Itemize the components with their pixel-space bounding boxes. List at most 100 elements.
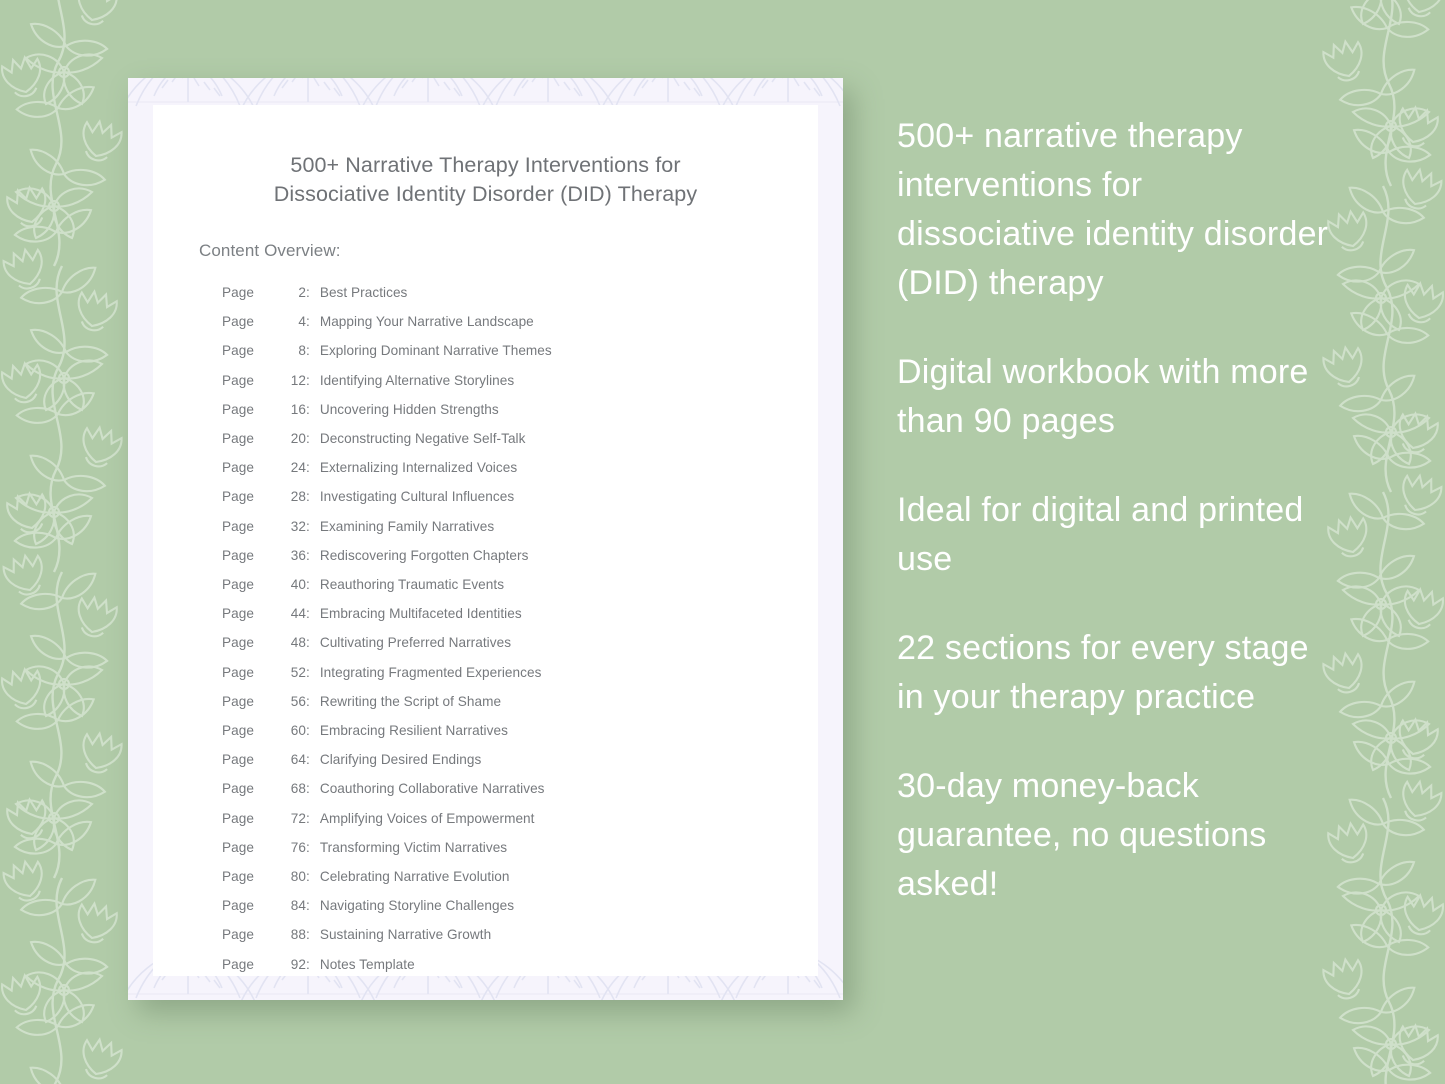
toc-page-number: 48 [290,635,306,651]
floral-vine-icon [0,0,142,1084]
marketing-bullet: 500+ narrative therapy interventions for… [897,117,1329,302]
table-of-contents-row: Page 12: Identifying Alternative Storyline… [222,366,818,395]
toc-page-word: Page [222,956,254,972]
table-of-contents-row: Page 52: Integrating Fragmented Experience… [222,658,818,687]
toc-page-number: 8 [298,343,306,359]
toc-colon: : [306,956,310,972]
toc-section-title: Rewriting the Script of Shame [319,693,502,709]
toc-section-title: Navigating Storyline Challenges [319,898,515,914]
toc-page-word: Page [222,489,254,505]
toc-page-word: Page [222,664,254,680]
toc-section-title: Embracing Resilient Narratives [319,723,508,739]
toc-section-title: Transforming Victim Narratives [319,839,508,855]
toc-page-number: 84 [290,898,306,914]
toc-page-word: Page [222,343,254,359]
toc-section-title: Investigating Cultural Influences [319,489,515,505]
toc-page-word: Page [222,723,254,739]
table-of-contents-row: Page 44: Embracing Multifaceted Identities [222,599,818,628]
toc-page-word: Page [222,372,254,388]
toc-page-number: 68 [290,781,306,797]
page-title-line-1: 500+ Narrative Therapy Interventions for [290,153,681,177]
table-of-contents-row: Page 28: Investigating Cultural Influences [222,482,818,511]
toc-section-title: Exploring Dominant Narrative Themes [319,343,552,359]
workbook-page: 500+ Narrative Therapy Interventions for… [153,105,818,976]
toc-section-title: Embracing Multifaceted Identities [319,606,522,622]
table-of-contents-row: Page 40: Reauthoring Traumatic Events [222,570,818,599]
table-of-contents-row: Page 80: Celebrating Narrative Evolution [222,862,818,891]
toc-colon: : [306,693,310,709]
toc-page-word: Page [222,518,254,534]
toc-page-number: 80 [290,869,306,885]
toc-page-number: 92 [290,956,306,972]
toc-page-word: Page [222,285,254,300]
toc-page-word: Page [222,606,254,622]
toc-colon: : [306,489,310,505]
page-title-line-2: Dissociative Identity Disorder (DID) The… [273,182,698,206]
table-of-contents-row: Page 60: Embracing Resilient Narratives [222,716,818,745]
table-of-contents-row: Page 2: Best Practices [222,278,818,307]
toc-page-word: Page [222,839,254,855]
toc-colon: : [306,869,310,885]
table-of-contents: Page 2: Best Practices Page 4: Mapping Your N… [153,261,818,979]
toc-colon: : [306,460,310,476]
toc-colon: : [306,401,310,417]
toc-colon: : [306,606,310,622]
toc-page-word: Page [222,401,254,417]
toc-section-title: Amplifying Voices of Empowerment [319,810,535,826]
page-title: 500+ Narrative Therapy Interventions for… [153,105,818,209]
table-of-contents-row: Page 48: Cultivating Preferred Narratives [222,628,818,657]
toc-section-title: Externalizing Internalized Voices [319,460,518,476]
toc-section-title: Cultivating Preferred Narratives [319,635,512,651]
toc-colon: : [306,577,310,593]
table-of-contents-row: Page 88: Sustaining Narrative Growth [222,920,818,949]
toc-section-title: Deconstructing Negative Self-Talk [319,431,526,447]
toc-page-number: 24 [290,460,306,476]
toc-colon: : [306,810,310,826]
toc-page-number: 28 [290,489,306,505]
toc-colon: : [306,664,310,680]
toc-page-number: 60 [290,723,306,739]
toc-page-number: 2 [298,285,306,300]
marketing-bullet: Ideal for digital and printed use [897,491,1304,578]
toc-page-number: 88 [290,927,306,943]
toc-colon: : [306,314,310,330]
toc-colon: : [306,781,310,797]
table-of-contents-row: Page 24: Externalizing Internalized Voices [222,453,818,482]
toc-page-number: 44 [290,606,306,622]
table-of-contents-row: Page 8: Exploring Dominant Narrative Theme… [222,336,818,365]
table-of-contents-row: Page 56: Rewriting the Script of Shame [222,687,818,716]
table-of-contents-row: Page 64: Clarifying Desired Endings [222,745,818,774]
toc-page-word: Page [222,898,254,914]
table-of-contents-row: Page 92: Notes Template [222,950,818,979]
marketing-bullet: Digital workbook with more than 90 pages [897,353,1309,440]
toc-page-number: 32 [290,518,306,534]
marketing-column: 500+ narrative therapy interventions for… [897,112,1329,909]
table-of-contents-row: Page 32: Examining Family Narratives [222,512,818,541]
toc-section-title: Reauthoring Traumatic Events [319,577,505,593]
toc-section-title: Mapping Your Narrative Landscape [319,314,534,330]
toc-page-number: 56 [290,693,306,709]
toc-colon: : [306,752,310,768]
toc-page-word: Page [222,577,254,593]
toc-page-number: 76 [290,839,306,855]
toc-colon: : [306,635,310,651]
toc-page-number: 12 [290,372,306,388]
toc-section-title: Rediscovering Forgotten Chapters [319,547,529,563]
toc-page-number: 20 [290,431,306,447]
toc-colon: : [306,431,310,447]
table-of-contents-row: Page 68: Coauthoring Collaborative Narrati… [222,774,818,803]
table-of-contents-row: Page 36: Rediscovering Forgotten Chapters [222,541,818,570]
table-of-contents-row: Page 16: Uncovering Hidden Strengths [222,395,818,424]
toc-section-title: Coauthoring Collaborative Narratives [319,781,545,797]
content-overview-label: Content Overview: [199,241,341,260]
toc-page-word: Page [222,547,254,563]
table-of-contents-row: Page 76: Transforming Victim Narratives [222,833,818,862]
toc-page-word: Page [222,460,254,476]
toc-page-word: Page [222,693,254,709]
toc-colon: : [306,547,310,563]
table-of-contents-row: Page 4: Mapping Your Narrative Landscape [222,307,818,336]
toc-section-title: Sustaining Narrative Growth [319,927,492,943]
toc-page-word: Page [222,635,254,651]
toc-colon: : [306,518,310,534]
toc-colon: : [306,723,310,739]
